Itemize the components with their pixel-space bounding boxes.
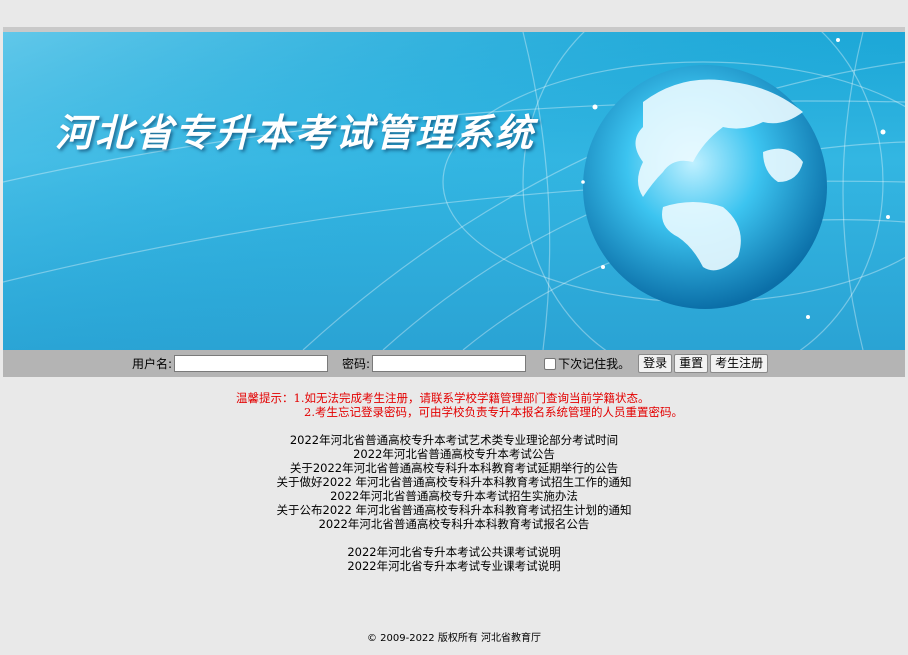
notice-link[interactable]: 2022年河北省普通高校专升本考试艺术类专业理论部分考试时间 bbox=[0, 433, 908, 447]
login-bar: 用户名: 密码: 下次记住我。 登录 重置 考生注册 bbox=[3, 350, 905, 377]
header-banner: 河北省专升本考试管理系统 bbox=[3, 32, 905, 350]
remember-checkbox[interactable] bbox=[544, 357, 557, 370]
reset-button[interactable]: 重置 bbox=[674, 354, 709, 373]
notice-link[interactable]: 2022年河北省普通高校专升本考试公告 bbox=[0, 447, 908, 461]
explanation-link[interactable]: 2022年河北省专升本考试公共课考试说明 bbox=[0, 545, 908, 559]
remember-label: 下次记住我。 bbox=[558, 357, 631, 371]
system-title: 河北省专升本考试管理系统 bbox=[55, 110, 536, 155]
username-label: 用户名: bbox=[132, 357, 173, 371]
password-input[interactable] bbox=[372, 355, 527, 372]
exam-explanation-list: 2022年河北省专升本考试公共课考试说明 2022年河北省专升本考试专业课考试说… bbox=[0, 545, 908, 573]
register-button[interactable]: 考生注册 bbox=[710, 354, 769, 373]
notice-list: 2022年河北省普通高校专升本考试艺术类专业理论部分考试时间 2022年河北省普… bbox=[0, 433, 908, 531]
footer-copyright: © 2009-2022 版权所有 河北省教育厅 bbox=[366, 633, 542, 644]
remember-me[interactable]: 下次记住我。 bbox=[544, 355, 630, 372]
warm-tips: 温馨提示：1.如无法完成考生注册，请联系学校学籍管理部门查询当前学籍状态。 2.… bbox=[0, 391, 908, 419]
notice-link[interactable]: 关于2022年河北省普通高校专科升本科教育考试延期举行的公告 bbox=[0, 461, 908, 475]
login-button[interactable]: 登录 bbox=[638, 354, 673, 373]
tip-line-1: 温馨提示：1.如无法完成考生注册，请联系学校学籍管理部门查询当前学籍状态。 bbox=[236, 391, 650, 405]
explanation-link[interactable]: 2022年河北省专升本考试专业课考试说明 bbox=[0, 559, 908, 573]
password-label: 密码: bbox=[342, 357, 371, 371]
notice-link[interactable]: 2022年河北省普通高校专科升本科教育考试报名公告 bbox=[0, 517, 908, 531]
notice-link[interactable]: 2022年河北省普通高校专升本考试招生实施办法 bbox=[0, 489, 908, 503]
notice-link[interactable]: 关于做好2022 年河北省普通高校专科升本科教育考试招生工作的通知 bbox=[0, 475, 908, 489]
tip-line-2: 2.考生忘记登录密码，可由学校负责专升本报名系统管理的人员重置密码。 bbox=[304, 405, 683, 419]
globe-illustration bbox=[3, 32, 905, 350]
username-input[interactable] bbox=[174, 355, 329, 372]
notice-link[interactable]: 关于公布2022 年河北省普通高校专科升本科教育考试招生计划的通知 bbox=[0, 503, 908, 517]
